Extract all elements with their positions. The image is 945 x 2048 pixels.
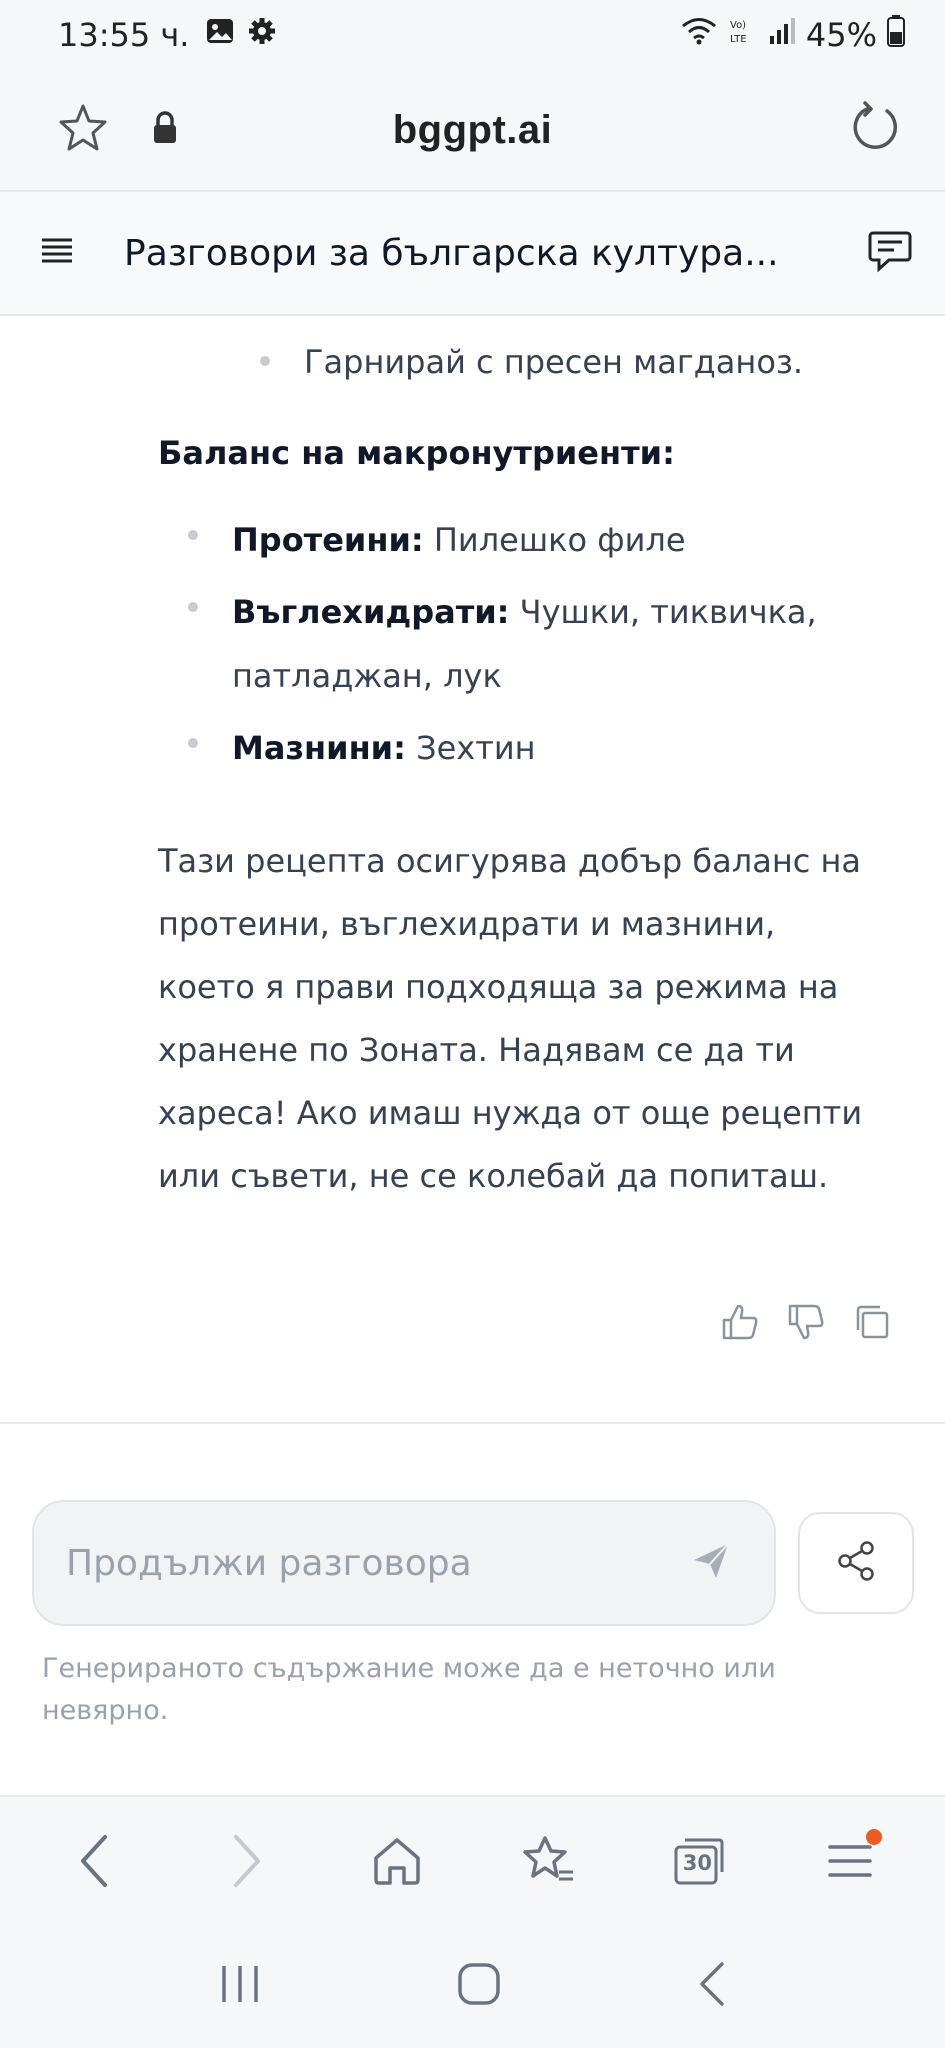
browser-menu-icon[interactable] [810, 1821, 890, 1901]
section-heading: Баланс на макронутриенти: [158, 434, 675, 472]
thumbs-up-icon[interactable] [718, 1300, 762, 1344]
list-item-value: Пилешко филе [433, 521, 686, 559]
browser-bottom-nav: 30 [0, 1795, 945, 1925]
system-home-icon[interactable] [455, 1960, 503, 2013]
menu-icon[interactable] [40, 234, 74, 273]
svg-text:Vo): Vo) [730, 20, 746, 31]
message-input[interactable] [66, 1542, 690, 1584]
message-composer [32, 1500, 776, 1626]
copy-icon[interactable] [850, 1300, 894, 1344]
wifi-icon [680, 16, 718, 54]
bookmarks-icon[interactable] [508, 1821, 588, 1901]
list-item: Въглехидрати: Чушки, тиквичка, патладжан… [188, 580, 872, 708]
new-chat-icon[interactable] [867, 229, 913, 278]
signal-icon [768, 16, 796, 54]
share-icon [834, 1539, 878, 1588]
chat-header: Разговори за българска култура... [0, 190, 945, 316]
back-icon[interactable] [55, 1821, 135, 1901]
list-item: Протеини: Пилешко филе [188, 508, 872, 572]
settings-gear-icon [247, 16, 277, 54]
list-item-value: Зехтин [416, 729, 536, 767]
list-item: Мазнини: Зехтин [188, 716, 872, 780]
status-bar: 13:55 ч. Vo) LTE 45% [0, 0, 945, 70]
forward-icon[interactable] [206, 1821, 286, 1901]
macro-list: Протеини: Пилешко филе Въглехидрати: Чуш… [188, 508, 872, 788]
chat-title: Разговори за българска култура... [124, 232, 779, 274]
svg-text:LTE: LTE [730, 34, 747, 45]
status-time: 13:55 ч. [58, 16, 190, 54]
browser-url-bar: bggpt.ai [0, 70, 945, 190]
system-back-icon[interactable] [694, 1960, 730, 2013]
system-nav-bar [0, 1925, 945, 2048]
list-item: Гарнирай с пресен магданоз. [259, 334, 803, 390]
divider [0, 1422, 945, 1424]
send-icon[interactable] [690, 1540, 732, 1587]
recent-apps-icon[interactable] [216, 1962, 264, 2011]
home-icon[interactable] [357, 1821, 437, 1901]
message-paragraph: Тази рецепта осигурява добър баланс на п… [158, 842, 863, 1195]
list-item-label: Протеини: [232, 521, 424, 559]
tabs-icon[interactable]: 30 [659, 1821, 739, 1901]
list-item-label: Мазнини: [232, 729, 406, 767]
battery-percent: 45% [805, 16, 877, 54]
battery-icon [887, 15, 905, 55]
tabs-count: 30 [682, 1851, 712, 1875]
url-domain[interactable]: bggpt.ai [0, 108, 945, 153]
list-item-label: Въглехидрати: [232, 593, 510, 631]
image-icon [205, 16, 235, 54]
volte-icon: Vo) LTE [728, 16, 758, 54]
notification-dot [865, 1829, 882, 1845]
disclaimer: Генерираното съдържание може да е неточн… [42, 1653, 776, 1726]
thumbs-down-icon[interactable] [784, 1300, 828, 1344]
share-button[interactable] [798, 1512, 914, 1614]
message-actions [718, 1300, 894, 1344]
